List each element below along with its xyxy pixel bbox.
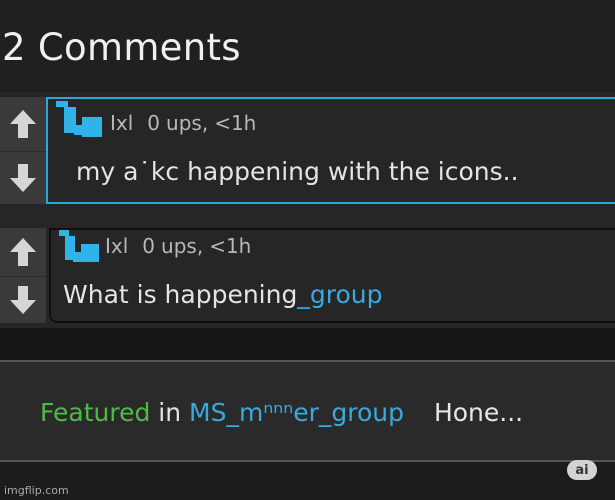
vote-column [0,228,46,323]
comment-highlight: _group [297,280,383,309]
next-link[interactable]: Hone... [434,398,523,427]
downvote-button[interactable] [0,275,46,325]
ai-badge: ai [567,460,597,480]
footer: imgflip.com [0,462,615,500]
comment-meta: Ixl 0 ups, <1h [110,111,270,135]
comment-text: my a˙kc happening with the icons.. [76,157,519,186]
comment-item: Ixl 0 ups, <1h my a˙kc happening with the i… [46,97,615,204]
watermark: imgflip.com [4,484,69,497]
comments-header: 2 Comments [0,0,615,90]
comment-list: Ixl 0 ups, <1h my a˙kc happening with the i… [0,92,615,328]
featured-label: Featured [40,398,151,427]
featured-bar: Featured in MS_mⁿⁿⁿer_group Hone... [0,360,615,462]
downvote-arrow-icon [10,286,36,315]
user-avatar-icon[interactable] [54,101,104,139]
featured-in: in [158,398,182,427]
user-avatar-icon[interactable] [57,230,107,266]
comment-username[interactable]: Ixl [110,111,133,135]
upvote-arrow-icon [10,109,36,138]
comment-ups: 0 ups, <1h [147,111,257,135]
page-title: 2 Comments [2,26,241,69]
upvote-button[interactable] [0,228,46,276]
featured-info: Featured in MS_mⁿⁿⁿer_group Hone... [40,398,523,427]
section-divider [0,328,615,360]
stream-link[interactable]: MS_mⁿⁿⁿer_group [189,398,404,427]
downvote-arrow-icon [10,164,36,193]
comment-text: What is happening_group [63,280,383,309]
downvote-button[interactable] [0,150,46,206]
upvote-button[interactable] [0,97,46,151]
upvote-arrow-icon [10,237,36,266]
vote-column [0,97,46,204]
comment-username[interactable]: Ixl [105,234,128,258]
comment-ups: 0 ups, <1h [142,234,252,258]
comment-item: Ixl 0 ups, <1h What is happening_group [49,228,615,323]
comment-meta: Ixl 0 ups, <1h [105,234,265,258]
